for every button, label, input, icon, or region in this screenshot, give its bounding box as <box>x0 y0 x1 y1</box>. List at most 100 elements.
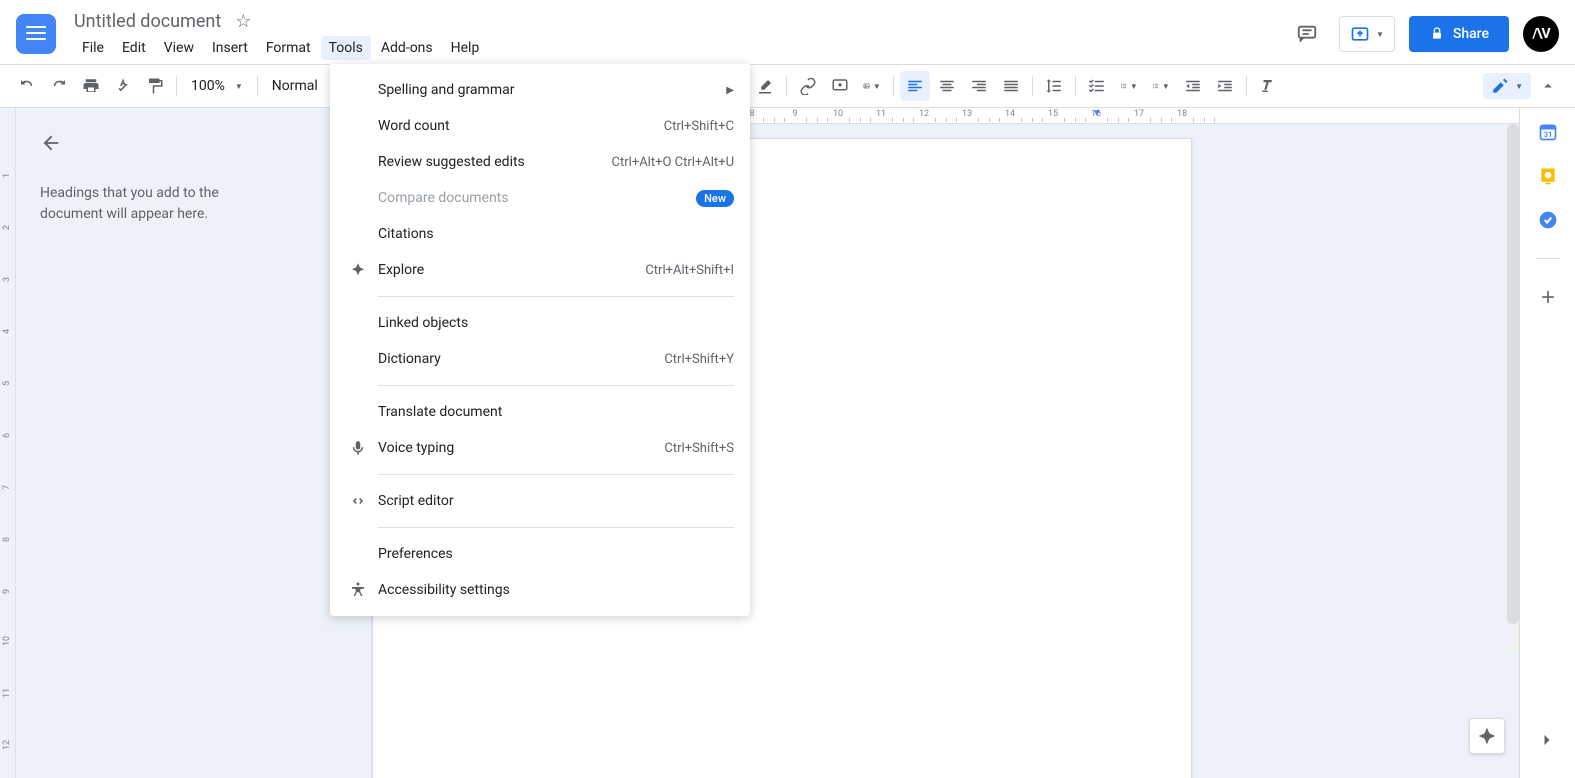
decrease-indent-button[interactable] <box>1178 71 1208 101</box>
lock-icon <box>1429 26 1445 42</box>
right-indent-marker[interactable]: ▼ <box>1092 108 1102 119</box>
numbered-list-button[interactable]: ▼ <box>1146 71 1176 101</box>
ruler-number: 10 <box>833 109 843 119</box>
menu-item-compare-documents: Compare documentsNew <box>330 180 750 216</box>
vruler-number: 7 <box>2 485 12 490</box>
menu-tools[interactable]: Tools <box>321 36 371 60</box>
bulleted-list-button[interactable]: ▼ <box>1114 71 1144 101</box>
a11y-icon <box>346 581 370 599</box>
menu-item-translate-document[interactable]: Translate document <box>330 394 750 430</box>
menubar: FileEditViewInsertFormatToolsAdd-onsHelp <box>74 36 1289 60</box>
ruler-number: 18 <box>1177 109 1187 119</box>
menu-separator <box>378 527 734 528</box>
menu-insert[interactable]: Insert <box>204 36 256 60</box>
toolbar-separator <box>1246 76 1247 96</box>
arrow-left-icon <box>40 132 62 154</box>
svg-text:31: 31 <box>1543 130 1552 139</box>
undo-button[interactable] <box>12 71 42 101</box>
menu-item-citations[interactable]: Citations <box>330 216 750 252</box>
outline-placeholder-text: Headings that you add to the document wi… <box>40 183 270 225</box>
menu-separator <box>378 296 734 297</box>
docs-logo-icon[interactable] <box>16 14 56 54</box>
share-button[interactable]: Share <box>1409 16 1509 52</box>
menu-add-ons[interactable]: Add-ons <box>373 36 441 60</box>
menu-item-voice-typing[interactable]: Voice typingCtrl+Shift+S <box>330 430 750 466</box>
align-center-button[interactable] <box>932 71 962 101</box>
menu-item-label: Translate document <box>378 404 734 420</box>
editing-mode-button[interactable]: ▼ <box>1483 73 1531 99</box>
code-icon <box>346 492 370 510</box>
comments-icon <box>1296 23 1318 45</box>
ruler-number: 14 <box>1005 109 1015 119</box>
calendar-icon[interactable]: 31 <box>1538 122 1558 142</box>
redo-button[interactable] <box>44 71 74 101</box>
toolbar-separator <box>1032 76 1033 96</box>
add-icon[interactable] <box>1538 287 1558 307</box>
vertical-scrollbar[interactable] <box>1507 124 1519 654</box>
header-main: Untitled document ☆ FileEditViewInsertFo… <box>74 8 1289 60</box>
menu-view[interactable]: View <box>156 36 202 60</box>
insert-link-button[interactable] <box>793 71 823 101</box>
align-right-button[interactable] <box>964 71 994 101</box>
ruler-number: 9 <box>792 109 797 119</box>
header: Untitled document ☆ FileEditViewInsertFo… <box>0 0 1575 64</box>
keep-icon[interactable] <box>1538 166 1558 186</box>
menu-help[interactable]: Help <box>443 36 488 60</box>
chevron-right-icon <box>1537 730 1557 750</box>
account-avatar[interactable]: /\V <box>1523 16 1559 52</box>
document-title[interactable]: Untitled document <box>74 11 221 32</box>
toolbar-separator <box>786 76 787 96</box>
align-left-button[interactable] <box>900 71 930 101</box>
chevron-down-icon: ▼ <box>1162 82 1170 91</box>
expand-side-panel-button[interactable] <box>1537 730 1557 754</box>
print-button[interactable] <box>76 71 106 101</box>
clear-formatting-button[interactable] <box>1253 71 1283 101</box>
keyboard-shortcut: Ctrl+Shift+C <box>664 119 734 134</box>
line-spacing-button[interactable] <box>1039 71 1069 101</box>
vruler-number: 10 <box>2 636 12 646</box>
checklist-button[interactable] <box>1082 71 1112 101</box>
menu-item-label: Preferences <box>378 546 734 562</box>
vruler-number: 9 <box>2 589 12 594</box>
vruler-number: 3 <box>2 277 12 282</box>
increase-indent-button[interactable] <box>1210 71 1240 101</box>
menu-item-label: Voice typing <box>378 440 664 456</box>
insert-image-button[interactable]: ▼ <box>857 71 887 101</box>
menu-item-label: Word count <box>378 118 664 134</box>
explore-icon <box>346 261 370 279</box>
close-outline-button[interactable] <box>40 132 308 159</box>
keyboard-shortcut: Ctrl+Alt+Shift+I <box>645 263 734 278</box>
menu-item-accessibility-settings[interactable]: Accessibility settings <box>330 572 750 608</box>
collapse-toolbar-button[interactable] <box>1533 71 1563 101</box>
menu-item-word-count[interactable]: Word countCtrl+Shift+C <box>330 108 750 144</box>
chevron-down-icon: ▼ <box>1376 30 1384 39</box>
align-justify-button[interactable] <box>996 71 1026 101</box>
explore-fab[interactable] <box>1469 718 1505 754</box>
spellcheck-button[interactable] <box>108 71 138 101</box>
menu-file[interactable]: File <box>74 36 112 60</box>
menu-item-spelling-and-grammar[interactable]: Spelling and grammar▶ <box>330 72 750 108</box>
menu-format[interactable]: Format <box>258 36 319 60</box>
zoom-select[interactable]: 100% ▼ <box>183 78 251 94</box>
scrollbar-thumb[interactable] <box>1507 124 1519 624</box>
tasks-icon[interactable] <box>1538 210 1558 230</box>
menu-item-review-suggested-edits[interactable]: Review suggested editsCtrl+Alt+O Ctrl+Al… <box>330 144 750 180</box>
menu-item-script-editor[interactable]: Script editor <box>330 483 750 519</box>
menu-item-linked-objects[interactable]: Linked objects <box>330 305 750 341</box>
highlight-color-button[interactable] <box>750 71 780 101</box>
zoom-value: 100% <box>191 78 225 94</box>
menu-item-dictionary[interactable]: DictionaryCtrl+Shift+Y <box>330 341 750 377</box>
menu-item-preferences[interactable]: Preferences <box>330 536 750 572</box>
vruler-number: 2 <box>2 225 12 230</box>
side-panel: 31 <box>1519 108 1575 778</box>
insert-comment-button[interactable] <box>825 71 855 101</box>
paint-format-button[interactable] <box>140 71 170 101</box>
paragraph-style-select[interactable]: Normal <box>264 78 326 94</box>
star-icon[interactable]: ☆ <box>235 11 251 32</box>
toolbar-separator <box>176 76 177 96</box>
comments-button[interactable] <box>1289 16 1325 52</box>
present-button[interactable]: ▼ <box>1339 16 1395 52</box>
menu-item-explore[interactable]: ExploreCtrl+Alt+Shift+I <box>330 252 750 288</box>
chevron-down-icon: ▼ <box>1130 82 1138 91</box>
menu-edit[interactable]: Edit <box>114 36 154 60</box>
